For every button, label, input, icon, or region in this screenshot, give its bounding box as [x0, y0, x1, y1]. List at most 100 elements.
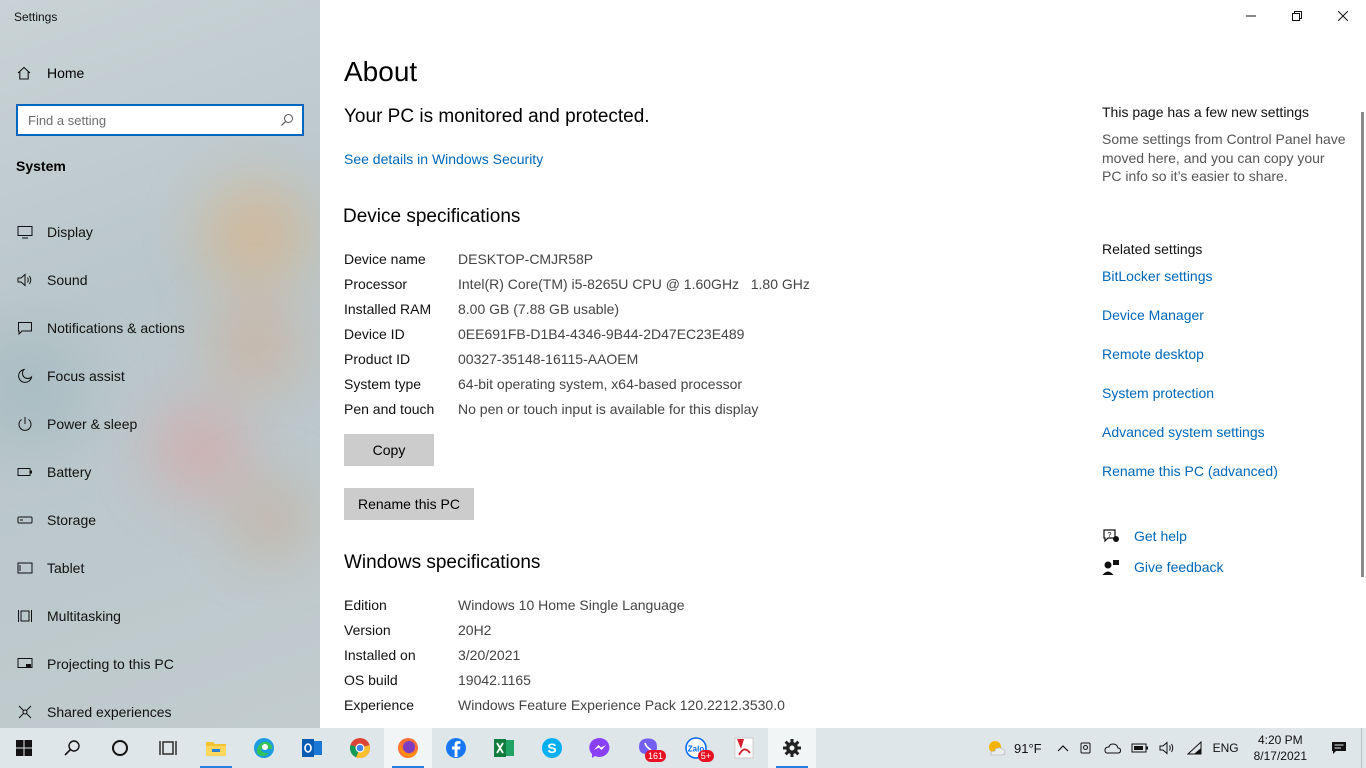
power-icon — [16, 415, 34, 433]
speaker-icon — [16, 271, 34, 289]
outlook-icon — [302, 739, 322, 757]
clock[interactable]: 4:20 PM 8/17/2021 — [1244, 728, 1317, 768]
sidebar-item-projecting[interactable]: Projecting to this PC — [0, 640, 320, 688]
spec-value: 8.00 GB (7.88 GB usable) — [458, 300, 620, 317]
spec-value: 3/20/2021 — [458, 646, 521, 663]
spec-row-edition: Edition Windows 10 Home Single Language — [344, 592, 785, 617]
firefox-icon — [398, 738, 418, 758]
device-manager-link[interactable]: Device Manager — [1102, 307, 1204, 323]
get-help-link[interactable]: Get help — [1134, 528, 1187, 544]
edge[interactable] — [240, 728, 288, 768]
skype-icon: S — [542, 738, 562, 758]
firefox[interactable] — [384, 728, 432, 768]
windows-specs-table: Edition Windows 10 Home Single Language V… — [344, 592, 785, 717]
search-icon — [64, 740, 80, 756]
spec-value: Windows 10 Home Single Language — [458, 596, 685, 613]
task-view-button[interactable] — [144, 728, 192, 768]
sidebar-item-sound[interactable]: Sound — [0, 256, 320, 304]
restore-button[interactable] — [1274, 0, 1320, 32]
skype[interactable]: S — [528, 728, 576, 768]
acrobat-icon — [734, 737, 754, 759]
system-protection-link[interactable]: System protection — [1102, 385, 1214, 401]
cortana-button[interactable] — [96, 728, 144, 768]
messenger-icon — [589, 737, 610, 758]
language-indicator[interactable]: ENG — [1208, 728, 1244, 768]
home-nav[interactable]: Home — [16, 62, 84, 84]
cloud-icon — [1104, 743, 1121, 754]
show-hidden-icons-button[interactable] — [1052, 728, 1074, 768]
search-button[interactable] — [48, 728, 96, 768]
sidebar-item-battery[interactable]: Battery — [0, 448, 320, 496]
outlook[interactable] — [288, 728, 336, 768]
rename-pc-advanced-link[interactable]: Rename this PC (advanced) — [1102, 463, 1278, 479]
battery-status[interactable] — [1126, 728, 1154, 768]
spec-value: No pen or touch input is available for t… — [458, 400, 759, 417]
start-button[interactable] — [0, 728, 48, 768]
spec-key: System type — [344, 375, 422, 392]
close-button[interactable] — [1320, 0, 1366, 32]
camera-icon — [1080, 742, 1091, 754]
file-explorer[interactable] — [192, 728, 240, 768]
facebook[interactable] — [432, 728, 480, 768]
excel[interactable] — [480, 728, 528, 768]
spec-key: Installed on — [344, 646, 416, 663]
volume-button[interactable] — [1154, 728, 1182, 768]
sidebar-item-shared-experiences[interactable]: Shared experiences — [0, 688, 320, 728]
spec-row-device-name: Device name DESKTOP-CMJR58P — [344, 246, 810, 271]
zalo-badge: 5+ — [697, 750, 714, 762]
window-title: Settings — [14, 10, 58, 24]
sidebar-item-label: Tablet — [47, 560, 85, 576]
spec-row-processor: Processor Intel(R) Core(TM) i5-8265U CPU … — [344, 271, 810, 296]
windows-security-link[interactable]: See details in Windows Security — [344, 151, 543, 167]
spec-key: Installed RAM — [344, 300, 432, 317]
wifi-icon — [1186, 741, 1202, 755]
onedrive-button[interactable] — [1098, 728, 1126, 768]
minimize-button[interactable] — [1228, 0, 1274, 32]
acrobat[interactable] — [720, 728, 768, 768]
spec-value: 00327-35148-16115-AAOEM — [458, 350, 639, 367]
bitlocker-settings-link[interactable]: BitLocker settings — [1102, 268, 1213, 284]
weather-sun-icon — [988, 741, 1006, 756]
sidebar-item-display[interactable]: Display — [0, 208, 320, 256]
spec-key: OS build — [344, 671, 398, 688]
feedback-icon — [1102, 559, 1122, 575]
sidebar-item-tablet[interactable]: Tablet — [0, 544, 320, 592]
spec-key: Version — [344, 621, 391, 638]
spec-row-version: Version 20H2 — [344, 617, 785, 642]
viber[interactable]: 161 — [624, 728, 672, 768]
sidebar-item-focus-assist[interactable]: Focus assist — [0, 352, 320, 400]
rename-pc-button[interactable]: Rename this PC — [344, 488, 474, 520]
search-input[interactable] — [28, 112, 280, 128]
messenger[interactable] — [576, 728, 624, 768]
task-view-icon — [159, 741, 177, 755]
weather-widget[interactable]: 91°F — [981, 728, 1052, 768]
folder-icon — [206, 742, 226, 756]
sidebar-item-multitasking[interactable]: Multitasking — [0, 592, 320, 640]
meet-now-button[interactable] — [1074, 728, 1098, 768]
notification-icon — [1332, 742, 1346, 754]
search-box[interactable] — [16, 104, 304, 136]
give-feedback-link[interactable]: Give feedback — [1134, 559, 1224, 575]
action-center-button[interactable] — [1317, 728, 1361, 768]
monitor-icon — [16, 223, 34, 241]
facebook-icon — [446, 738, 466, 758]
chrome[interactable] — [336, 728, 384, 768]
settings[interactable] — [768, 728, 816, 768]
device-specs-header: Device specifications — [343, 206, 521, 227]
section-title: System — [16, 158, 66, 174]
remote-desktop-link[interactable]: Remote desktop — [1102, 346, 1204, 362]
tablet-icon — [16, 559, 34, 577]
spec-row-experience: Experience Windows Feature Experience Pac… — [344, 692, 785, 717]
spec-value: 64-bit operating system, x64-based proce… — [458, 375, 743, 392]
zalo[interactable]: Zalo 5+ — [672, 728, 720, 768]
sidebar-item-notifications[interactable]: Notifications & actions — [0, 304, 320, 352]
get-help-row[interactable]: ? Get help — [1102, 528, 1187, 544]
advanced-system-settings-link[interactable]: Advanced system settings — [1102, 424, 1265, 440]
scrollbar[interactable] — [1361, 112, 1364, 577]
copy-button[interactable]: Copy — [344, 434, 434, 466]
give-feedback-row[interactable]: Give feedback — [1102, 559, 1224, 575]
sidebar-item-power-sleep[interactable]: Power & sleep — [0, 400, 320, 448]
network-button[interactable] — [1182, 728, 1208, 768]
sidebar-item-storage[interactable]: Storage — [0, 496, 320, 544]
show-desktop-button[interactable] — [1361, 728, 1366, 768]
